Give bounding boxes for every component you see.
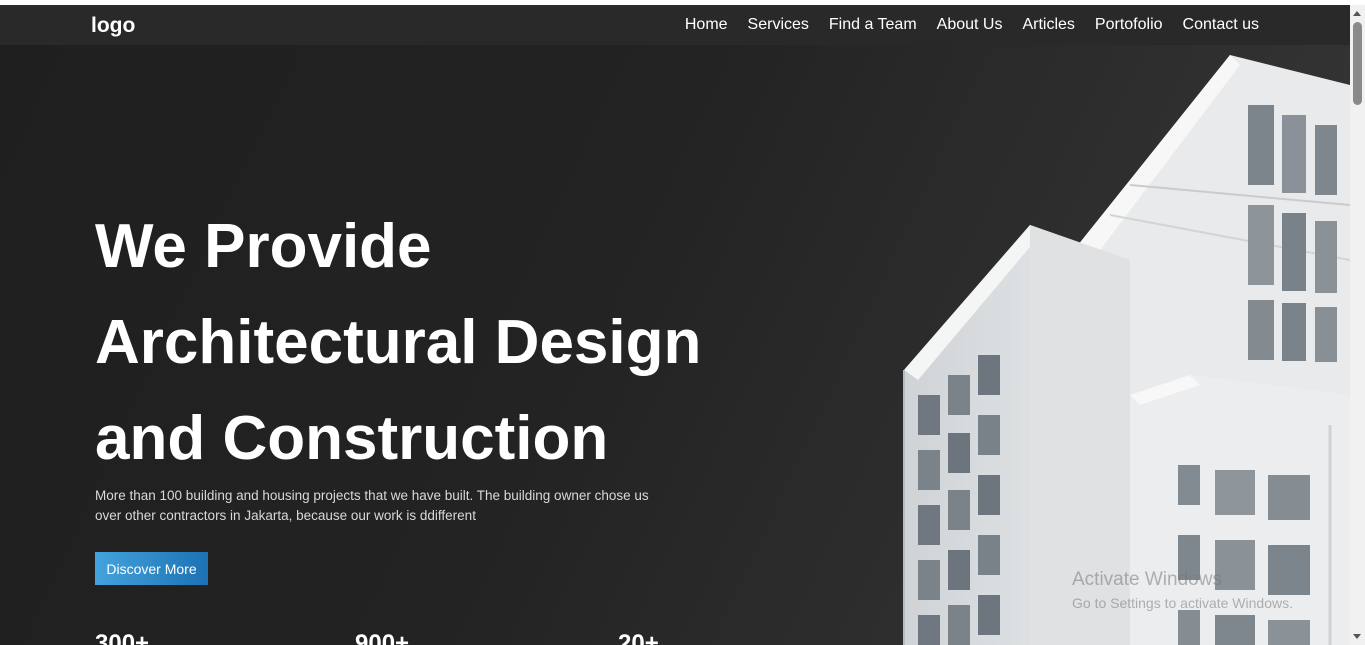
- scroll-up-arrow-icon[interactable]: [1353, 11, 1361, 16]
- hero-title-line-1: We Provide: [95, 212, 432, 281]
- hero-title: We Provide Architectural Design and Cons…: [95, 199, 815, 487]
- nav-link-articles[interactable]: Articles: [1022, 16, 1074, 34]
- nav-link-about-us[interactable]: About Us: [937, 16, 1003, 34]
- nav-link-contact-us[interactable]: Contact us: [1183, 16, 1259, 34]
- windows-activation-title: Activate Windows: [1072, 569, 1222, 590]
- hero-title-line-2: Architectural Design: [95, 308, 702, 377]
- stat-projects: 300+: [95, 630, 150, 645]
- building-image: [903, 55, 1350, 645]
- hero-page: logo Home Services Find a Team About Us …: [0, 5, 1350, 645]
- nav-links: Home Services Find a Team About Us Artic…: [665, 5, 1259, 45]
- hero-description: More than 100 building and housing proje…: [95, 488, 649, 523]
- windows-activation-subtitle: Go to Settings to activate Windows.: [1072, 595, 1293, 611]
- hero-title-line-3: and Construction: [95, 404, 609, 473]
- stat-years: 20+: [618, 630, 659, 645]
- logo[interactable]: logo: [91, 14, 135, 38]
- scrollbar[interactable]: [1350, 5, 1365, 645]
- discover-more-button[interactable]: Discover More: [95, 552, 208, 585]
- nav-link-home[interactable]: Home: [685, 16, 728, 34]
- stat-clients: 900+: [355, 630, 410, 645]
- navbar: logo Home Services Find a Team About Us …: [0, 5, 1350, 45]
- scroll-thumb[interactable]: [1353, 22, 1362, 105]
- nav-link-portofolio[interactable]: Portofolio: [1095, 16, 1163, 34]
- nav-link-find-a-team[interactable]: Find a Team: [829, 16, 917, 34]
- scroll-down-arrow-icon[interactable]: [1353, 634, 1361, 639]
- nav-link-services[interactable]: Services: [748, 16, 809, 34]
